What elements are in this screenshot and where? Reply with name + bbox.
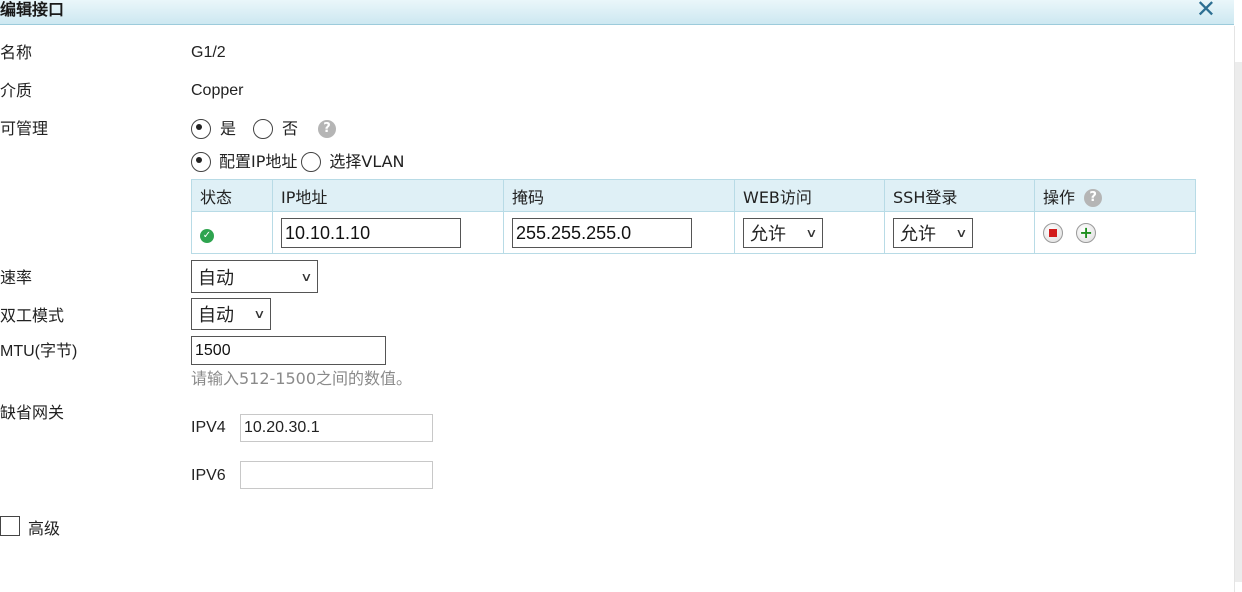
- ipv4-gateway-input[interactable]: 10.20.30.1: [240, 414, 433, 442]
- ssh-login-value: 允许: [900, 223, 936, 245]
- header-mask: 掩码: [503, 179, 735, 212]
- dialog-titlebar: 编辑接口 ✕: [0, 0, 1234, 25]
- status-cell: ✓: [191, 211, 273, 254]
- mask-cell: 255.255.255.0: [503, 211, 735, 254]
- header-actions: 操作 ?: [1034, 179, 1196, 212]
- mtu-input[interactable]: 1500: [191, 336, 386, 365]
- medium-label: 介质: [0, 81, 33, 100]
- web-access-select[interactable]: 允许 ∨: [743, 217, 823, 248]
- ip-mode-radio-group: 配置IP地址 选择VLAN: [191, 151, 405, 173]
- medium-value: Copper: [191, 82, 244, 99]
- chevron-down-icon: ∨: [955, 225, 968, 240]
- header-ssh-login: SSH登录: [884, 179, 1035, 212]
- mtu-hint: 请输入512-1500之间的数值。: [191, 369, 413, 388]
- dialog-title: 编辑接口: [0, 0, 65, 19]
- manageable-yes-radio[interactable]: [191, 119, 211, 139]
- speed-value: 自动: [198, 267, 234, 289]
- manageable-no-label[interactable]: 否: [282, 118, 298, 140]
- name-label: 名称: [0, 43, 33, 62]
- duplex-select[interactable]: 自动 ∨: [191, 298, 271, 330]
- mtu-label: MTU(字节): [0, 343, 78, 360]
- scrollbar-thumb[interactable]: [1235, 62, 1242, 582]
- duplex-label: 双工模式: [0, 306, 65, 325]
- delete-icon[interactable]: [1043, 222, 1063, 243]
- scrollbar[interactable]: [1234, 26, 1242, 592]
- ip-address-table: 状态 IP地址 掩码 WEB访问 SSH登录 操作 ? ✓ 10.10.1.10: [191, 179, 1196, 254]
- advanced-checkbox[interactable]: [0, 516, 20, 536]
- config-ip-radio[interactable]: [191, 152, 211, 172]
- chevron-down-icon: ∨: [805, 225, 818, 240]
- manageable-yes-label[interactable]: 是: [220, 118, 236, 140]
- header-ip: IP地址: [272, 179, 504, 212]
- name-value: G1/2: [191, 44, 226, 61]
- speed-label: 速率: [0, 268, 33, 287]
- help-icon[interactable]: ?: [318, 120, 337, 138]
- ipv4-label: IPV4: [191, 419, 226, 436]
- header-status: 状态: [191, 179, 273, 212]
- duplex-value: 自动: [198, 305, 234, 326]
- web-access-value: 允许: [750, 223, 786, 245]
- edit-interface-dialog: 编辑接口 ✕ 名称 G1/2 介质 Copper 可管理 是 否 ? 配置IP地…: [0, 0, 1242, 592]
- ip-address-input[interactable]: 10.10.1.10: [281, 217, 461, 248]
- ipv6-label: IPV6: [191, 467, 226, 484]
- web-access-cell: 允许 ∨: [734, 211, 885, 254]
- header-actions-label: 操作: [1043, 187, 1076, 207]
- ipv6-gateway-input[interactable]: [240, 461, 433, 489]
- manageable-radio-group: 是 否 ?: [191, 118, 337, 140]
- advanced-label[interactable]: 高级: [28, 518, 60, 540]
- ip-cell: 10.10.1.10: [272, 211, 504, 254]
- speed-select[interactable]: 自动 ∨: [191, 260, 318, 293]
- select-vlan-radio[interactable]: [301, 152, 322, 172]
- table-header-row: 状态 IP地址 掩码 WEB访问 SSH登录 操作 ?: [191, 179, 1196, 212]
- manageable-label: 可管理: [0, 119, 49, 138]
- actions-cell: [1034, 211, 1196, 254]
- close-icon[interactable]: ✕: [1196, 0, 1216, 22]
- add-icon[interactable]: [1076, 222, 1097, 243]
- help-icon[interactable]: ?: [1084, 189, 1103, 207]
- ssh-login-cell: 允许 ∨: [884, 211, 1035, 254]
- table-row: ✓ 10.10.1.10 255.255.255.0 允许 ∨ 允许 ∨ +: [191, 211, 1196, 254]
- mask-input[interactable]: 255.255.255.0: [512, 217, 692, 248]
- header-web-access: WEB访问: [734, 179, 885, 212]
- manageable-no-radio[interactable]: [253, 119, 274, 139]
- default-gateway-label: 缺省网关: [0, 403, 65, 422]
- chevron-down-icon: ∨: [300, 269, 313, 284]
- chevron-down-icon: ∨: [253, 307, 266, 321]
- select-vlan-label[interactable]: 选择VLAN: [329, 151, 404, 173]
- check-circle-icon: ✓: [200, 228, 214, 243]
- config-ip-label[interactable]: 配置IP地址: [219, 151, 297, 173]
- ssh-login-select[interactable]: 允许 ∨: [893, 217, 973, 248]
